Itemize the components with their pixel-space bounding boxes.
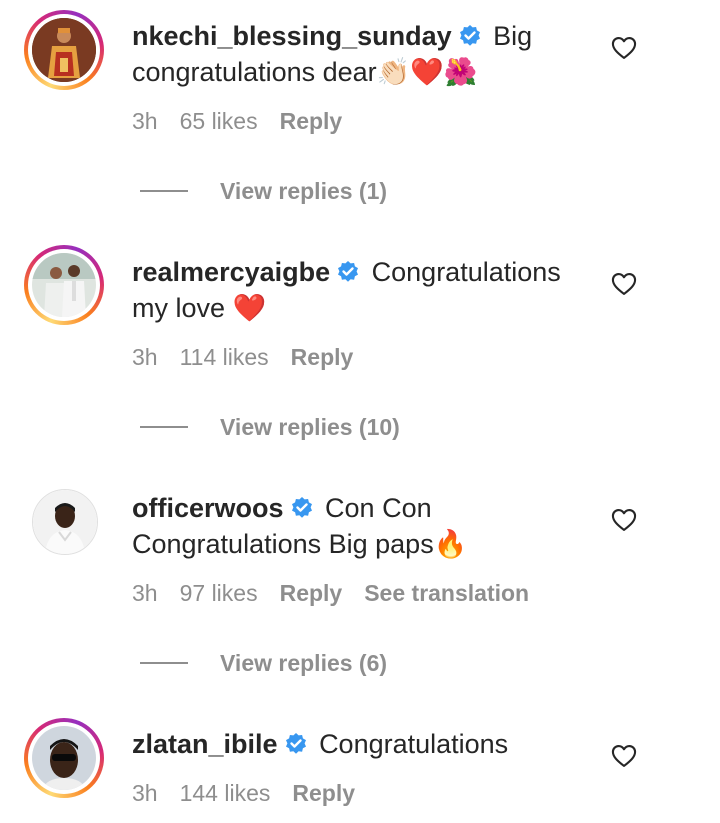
divider-line	[140, 662, 188, 664]
comment-meta: 3h 144 likes Reply	[132, 780, 377, 807]
view-replies-button[interactable]: View replies (6)	[140, 648, 387, 678]
comment-meta: 3h 97 likes Reply See translation	[132, 580, 551, 607]
heart-outline-icon[interactable]	[610, 270, 638, 298]
avatar-image	[33, 490, 97, 554]
verified-badge-icon	[291, 497, 312, 518]
comment-username[interactable]: realmercyaigbe	[132, 257, 330, 287]
avatar[interactable]	[32, 726, 96, 790]
comment-time: 3h	[132, 344, 158, 370]
view-replies-button[interactable]: View replies (1)	[140, 176, 387, 206]
story-ring[interactable]	[24, 10, 104, 90]
comment-body: officerwoos Con Con Congratulations Big …	[132, 490, 592, 563]
view-replies-label: View replies (6)	[220, 649, 388, 676]
reply-button[interactable]: Reply	[291, 344, 354, 370]
verified-badge-icon	[459, 25, 480, 46]
comment-likes[interactable]: 144 likes	[180, 780, 271, 806]
verified-badge-icon	[338, 261, 359, 282]
comment-time: 3h	[132, 580, 158, 606]
story-ring[interactable]	[24, 245, 104, 325]
reply-button[interactable]: Reply	[292, 780, 355, 806]
comment-username[interactable]: zlatan_ibile	[132, 729, 278, 759]
comment-body: zlatan_ibile Congratulations	[132, 726, 592, 762]
comment-meta: 3h 114 likes Reply	[132, 344, 375, 371]
comment-text: Congratulations	[319, 729, 509, 759]
comment-time: 3h	[132, 780, 158, 806]
heart-outline-icon[interactable]	[610, 506, 638, 534]
heart-outline-icon[interactable]	[610, 742, 638, 770]
view-replies-label: View replies (10)	[220, 413, 400, 440]
view-replies-label: View replies (1)	[220, 177, 388, 204]
comment-body: nkechi_blessing_sunday Big congratulatio…	[132, 18, 592, 91]
comment-likes[interactable]: 97 likes	[180, 580, 258, 606]
comment-likes[interactable]: 65 likes	[180, 108, 258, 134]
avatar[interactable]	[32, 489, 98, 555]
comment-username[interactable]: officerwoos	[132, 493, 284, 523]
comment-body: realmercyaigbe Congratulations my love ❤…	[132, 254, 592, 327]
divider-line	[140, 190, 188, 192]
comment-likes[interactable]: 114 likes	[180, 344, 269, 370]
reply-button[interactable]: Reply	[280, 108, 343, 134]
comment-emojis: 👏🏻❤️🌺	[376, 57, 478, 88]
avatar[interactable]	[32, 253, 96, 317]
see-translation-button[interactable]: See translation	[364, 580, 529, 606]
comment-time: 3h	[132, 108, 158, 134]
avatar[interactable]	[32, 18, 96, 82]
view-replies-button[interactable]: View replies (10)	[140, 412, 400, 442]
story-ring[interactable]	[24, 718, 104, 798]
divider-line	[140, 426, 188, 428]
comment-emojis: ❤️	[232, 293, 267, 324]
verified-badge-icon	[285, 733, 306, 754]
comment-meta: 3h 65 likes Reply	[132, 108, 364, 135]
comment-emojis: 🔥	[433, 529, 468, 560]
heart-outline-icon[interactable]	[610, 34, 638, 62]
comment-username[interactable]: nkechi_blessing_sunday	[132, 21, 452, 51]
reply-button[interactable]: Reply	[280, 580, 343, 606]
